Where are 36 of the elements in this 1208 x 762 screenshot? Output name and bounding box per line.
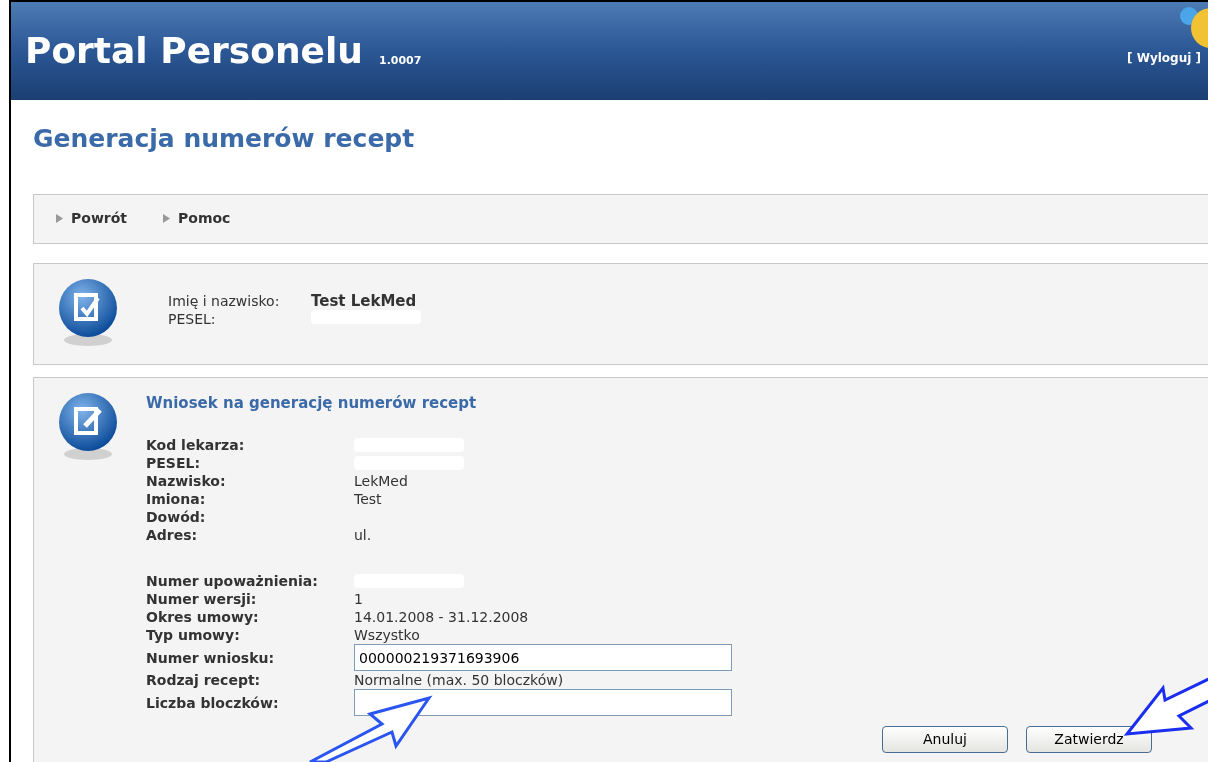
field-label: Nazwisko: (146, 472, 227, 490)
field-label: Liczba bloczków: (146, 693, 280, 712)
page-title: Generacja numerów recept (33, 123, 416, 155)
field-label: PESEL: (168, 309, 217, 328)
nav-link[interactable]: Powrót (56, 208, 128, 229)
nav-link[interactable]: Pomoc (163, 208, 231, 229)
form-button[interactable]: Zatwierdz (1026, 726, 1152, 753)
triangle-icon (56, 214, 63, 223)
field-label: Okres umowy: (146, 608, 260, 626)
field-label: Dowód: (146, 508, 207, 526)
field-value: Normalne (max. 50 bloczków) (354, 670, 564, 690)
field-value: 14.01.2008 - 31.12.2008 (354, 607, 529, 627)
field-label: Kod lekarza: (146, 436, 246, 454)
field-value: LekMed (354, 471, 408, 491)
section-title: Wniosek na generację numerów recept (146, 392, 478, 414)
field-value: Wszystko (354, 625, 420, 645)
app-title: Portal Personelu (25, 33, 363, 69)
person-name: Test LekMed (311, 291, 418, 310)
logout-link[interactable]: [ Wyloguj ] (1127, 49, 1201, 67)
field-label: Imiona: (146, 490, 207, 508)
field-label: Numer wniosku: (146, 648, 276, 667)
field-label: Imię i nazwisko: (168, 291, 281, 310)
field-value: Test (354, 489, 382, 509)
field-label: Typ umowy: (146, 626, 241, 644)
field-value: 1 (354, 589, 363, 609)
field-label: Numer upoważnienia: (146, 572, 319, 590)
input-field[interactable] (354, 689, 732, 716)
version-label: 1.0007 (379, 52, 422, 69)
form-button[interactable]: Anuluj (882, 726, 1008, 753)
triangle-icon (163, 214, 171, 223)
field-label: PESEL: (146, 454, 201, 472)
field-label: Numer wersji: (146, 590, 258, 608)
field-label: Rodzaj recept: (146, 671, 262, 689)
input-field[interactable]: 000000219371693906 (354, 644, 732, 671)
field-value: ul. (354, 525, 372, 545)
field-label: Adres: (146, 526, 199, 544)
